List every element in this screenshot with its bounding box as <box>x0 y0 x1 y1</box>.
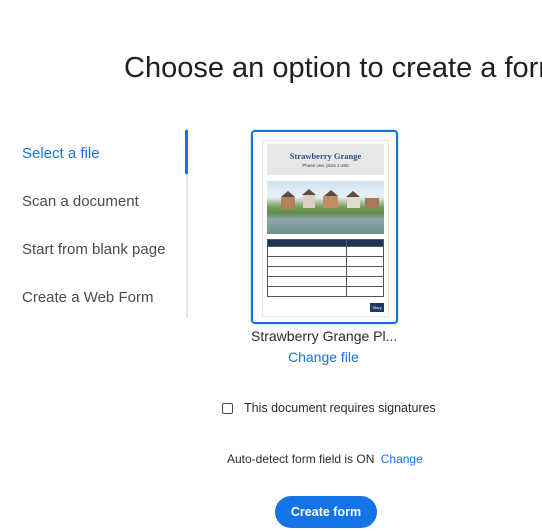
preview-logo: Story <box>370 303 384 312</box>
page-title: Choose an option to create a form <box>124 52 542 84</box>
autodetect-row: Auto-detect form field is ON Change <box>227 452 423 466</box>
signatures-checkbox[interactable] <box>222 402 233 414</box>
nav-item-scan-document[interactable]: Scan a document <box>22 193 139 210</box>
file-name: Strawberry Grange Pl... <box>251 328 398 344</box>
change-file-link[interactable]: Change file <box>288 349 359 365</box>
file-thumbnail[interactable]: Strawberry Grange Phase one, plots 1-200… <box>251 130 398 324</box>
nav-item-web-form[interactable]: Create a Web Form <box>22 289 153 306</box>
preview-table <box>267 239 385 297</box>
nav-active-indicator <box>185 130 188 174</box>
nav-item-select-file[interactable]: Select a file <box>22 145 100 162</box>
signature-option: This document requires signatures <box>222 400 436 416</box>
preview-photo <box>267 181 384 234</box>
preview-subtitle: Phase one, plots 1-200 <box>302 163 349 168</box>
autodetect-status: Auto-detect form field is ON <box>227 452 375 466</box>
preview-header: Strawberry Grange Phase one, plots 1-200 <box>267 144 384 175</box>
nav-item-blank-page[interactable]: Start from blank page <box>22 241 165 258</box>
preview-title: Strawberry Grange <box>289 151 362 161</box>
document-preview: Strawberry Grange Phase one, plots 1-200… <box>262 140 389 317</box>
autodetect-change-link[interactable]: Change <box>381 452 423 466</box>
signatures-label[interactable]: This document requires signatures <box>244 401 436 415</box>
create-options-nav: Select a file Scan a document Start from… <box>0 128 190 318</box>
create-form-button[interactable]: Create form <box>275 496 377 528</box>
